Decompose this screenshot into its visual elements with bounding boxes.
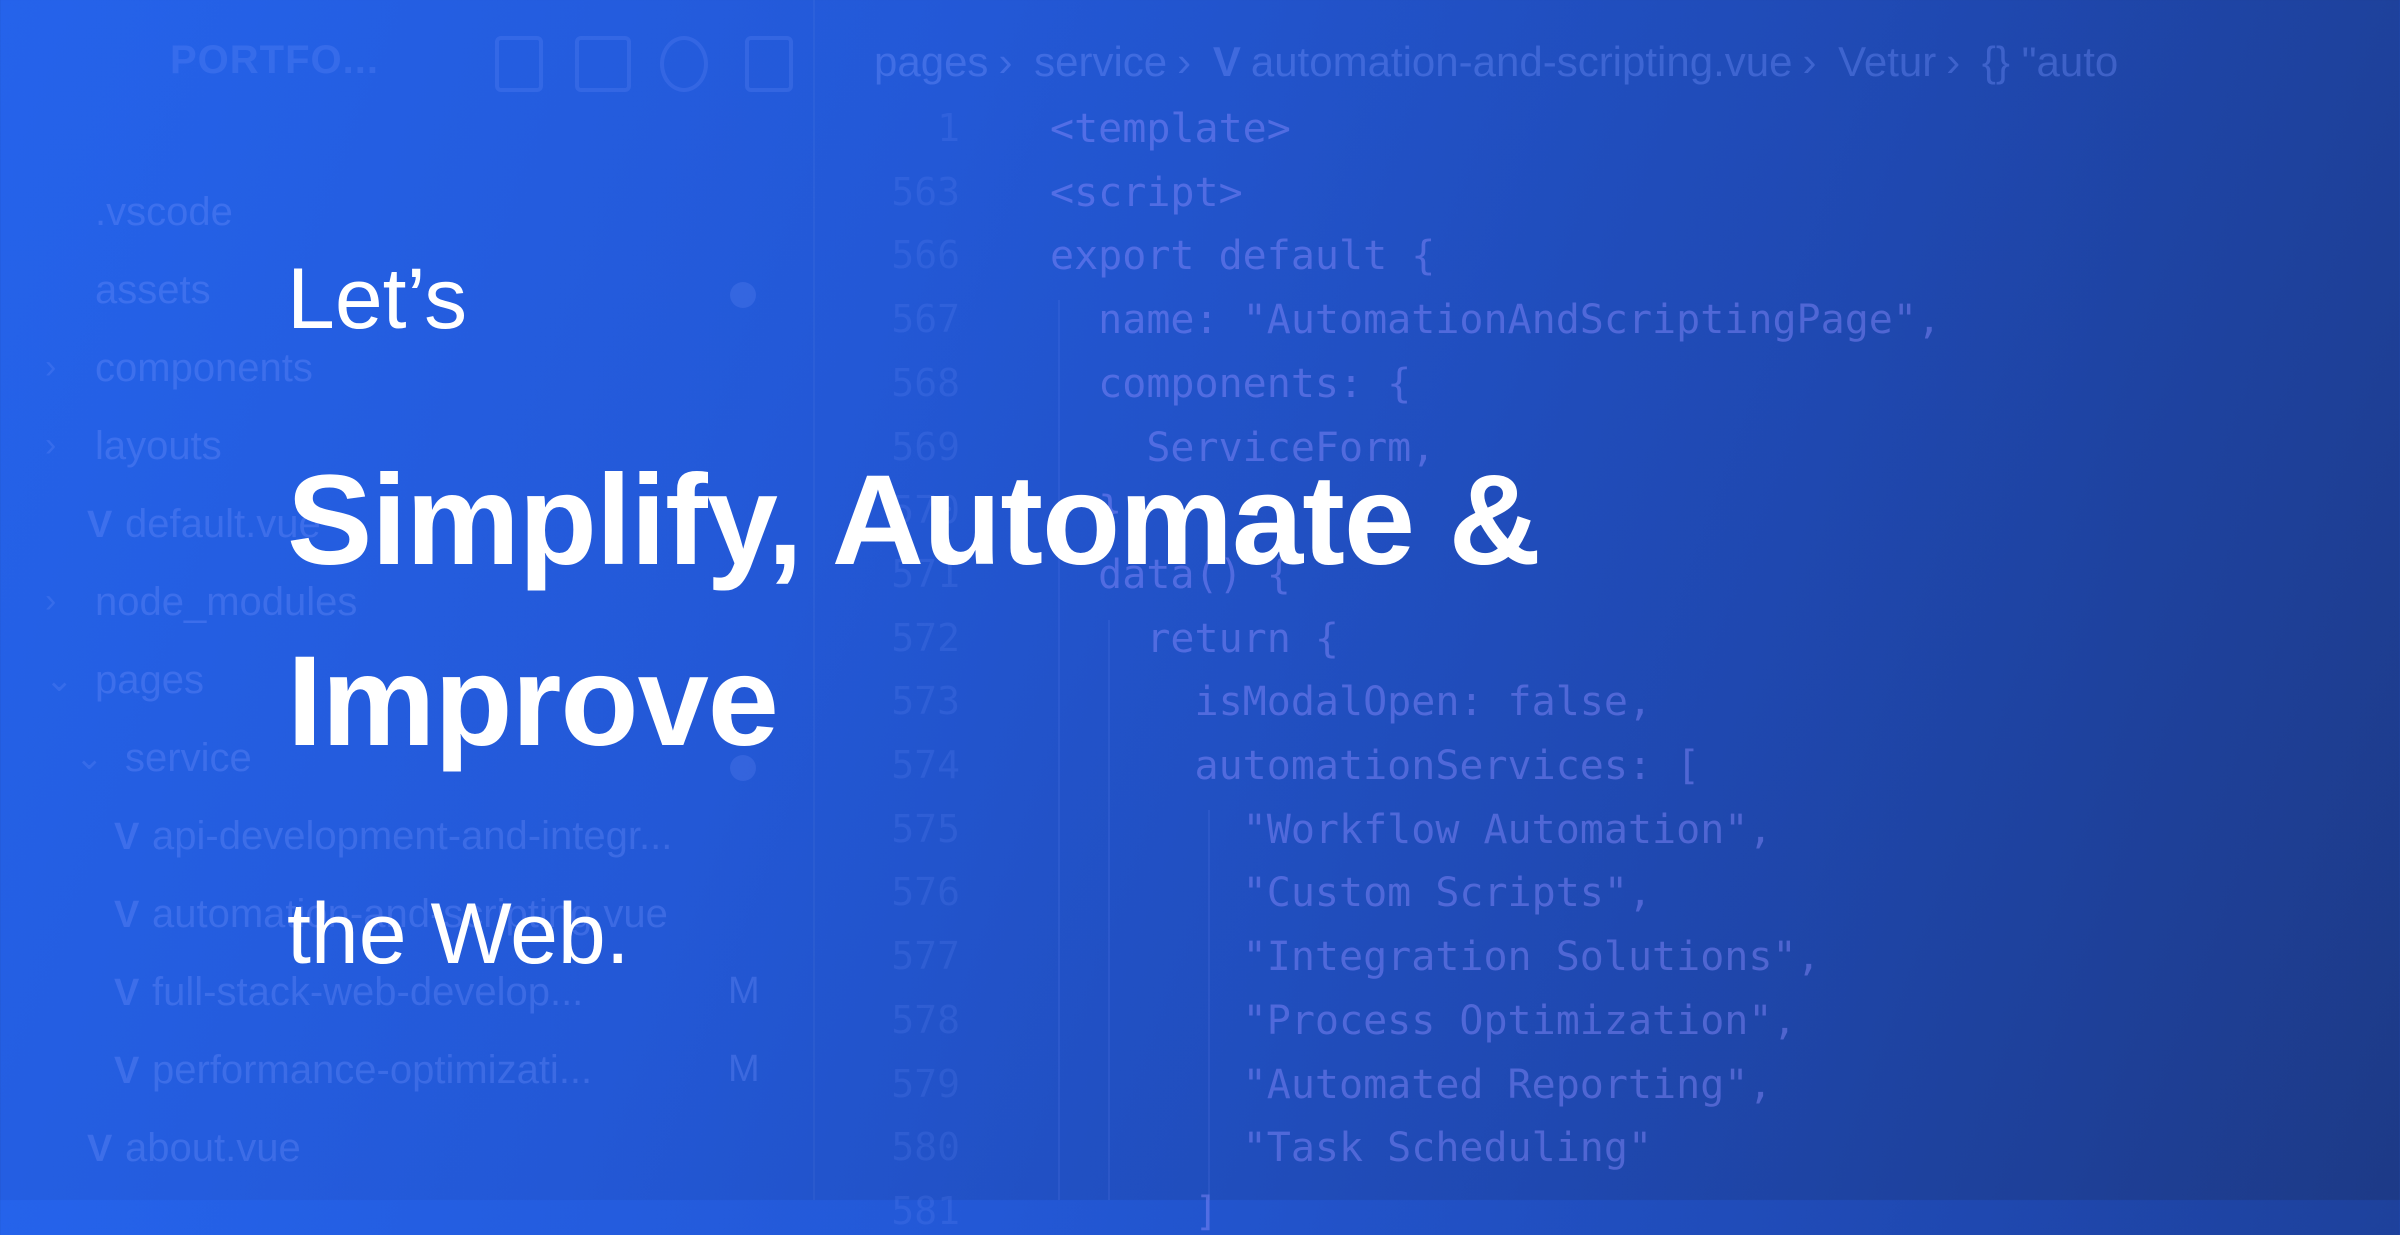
line-number: 566 (891, 233, 960, 278)
line-number: 575 (891, 806, 960, 851)
explorer-item[interactable]: layouts (95, 424, 222, 469)
explorer-item[interactable]: components (95, 346, 313, 391)
modified-badge: M (728, 1048, 760, 1090)
line-number: 578 (891, 997, 960, 1042)
vue-file-icon: V (114, 816, 140, 858)
breadcrumb-item[interactable]: {} "auto (1982, 38, 2118, 85)
chevron-down-icon[interactable]: ⌄ (75, 738, 104, 778)
code-line: "Workflow Automation", (1050, 806, 1773, 853)
chevron-right-icon: › (1802, 38, 1817, 85)
new-file-icon[interactable] (495, 36, 543, 92)
hero-headline-line2: Improve (287, 630, 779, 773)
line-number: 577 (891, 934, 960, 979)
chevron-right-icon[interactable]: › (45, 582, 56, 621)
code-line: "Custom Scripts", (1050, 870, 1653, 917)
vue-file-icon: V (114, 1050, 140, 1092)
code-line: export default { (1050, 233, 1436, 280)
explorer-item[interactable]: api-development-and-integr... (152, 814, 672, 859)
line-number: 563 (891, 169, 960, 214)
line-number: 581 (891, 1188, 960, 1233)
chevron-right-icon[interactable]: › (45, 348, 56, 387)
explorer-item[interactable]: .vscode (95, 190, 233, 235)
breadcrumb-item[interactable]: Vetur (1838, 38, 1936, 85)
hero-headline-line1: Simplify, Automate & (287, 449, 1541, 592)
code-line: ] (1050, 1188, 1219, 1235)
code-line: return { (1050, 615, 1339, 662)
code-line: "Task Scheduling" (1050, 1125, 1653, 1172)
line-number: 1 (937, 106, 960, 150)
refresh-icon[interactable] (660, 36, 708, 92)
hero-intro: Let’s (287, 251, 468, 347)
explorer-title: PORTFO... (170, 38, 379, 82)
vue-file-icon: V (87, 504, 113, 546)
line-number: 572 (891, 615, 960, 660)
collapse-all-icon[interactable] (745, 36, 793, 92)
line-number: 568 (891, 360, 960, 405)
breadcrumb-item[interactable]: pages (874, 38, 988, 85)
modified-badge: M (728, 970, 760, 1012)
code-line: "Process Optimization", (1050, 997, 1797, 1044)
chevron-right-icon[interactable]: › (45, 426, 56, 465)
line-number: 576 (891, 870, 960, 915)
vue-file-icon: V (114, 894, 140, 936)
line-number: 579 (891, 1061, 960, 1106)
code-line: <script> (1050, 169, 1243, 216)
file-explorer: PORTFO... .vscode assets › components › layou… (0, 0, 815, 1200)
line-number: 580 (891, 1125, 960, 1170)
breadcrumb-item[interactable]: automation-and-scripting.vue (1251, 38, 1793, 85)
explorer-item[interactable]: service (125, 736, 252, 781)
new-folder-icon[interactable] (575, 36, 631, 92)
chevron-right-icon: › (998, 38, 1013, 85)
status-dot (730, 282, 756, 308)
background-editor: PORTFO... .vscode assets › components › layou… (0, 0, 2400, 1235)
code-line: isModalOpen: false, (1050, 679, 1653, 726)
vue-file-icon: V (87, 1128, 113, 1170)
line-number: 574 (891, 743, 960, 787)
explorer-item[interactable]: assets (95, 268, 211, 313)
code-line: automationServices: [ (1050, 743, 1701, 789)
breadcrumb: pages › service › Vautomation-and-scriptin… (874, 38, 2128, 86)
explorer-item[interactable]: pages (95, 658, 204, 703)
vue-file-icon: V (1212, 38, 1241, 85)
code-line: name: "AutomationAndScriptingPage", (1050, 297, 1942, 344)
code-line: components: { (1050, 360, 1412, 407)
vue-file-icon: V (114, 972, 140, 1014)
code-line: <template> (1050, 106, 1291, 152)
code-line: "Automated Reporting", (1050, 1061, 1773, 1108)
chevron-down-icon[interactable]: ⌄ (45, 660, 74, 700)
chevron-right-icon: › (1177, 38, 1192, 85)
explorer-item[interactable]: about.vue (125, 1126, 301, 1171)
hero-outro: the Web. (287, 886, 630, 982)
explorer-item[interactable]: performance-optimizati... (152, 1048, 592, 1093)
line-number: 567 (891, 297, 960, 342)
chevron-right-icon: › (1946, 38, 1961, 85)
breadcrumb-item[interactable]: service (1034, 38, 1167, 85)
line-number: 573 (891, 679, 960, 724)
code-line: "Integration Solutions", (1050, 934, 1821, 981)
